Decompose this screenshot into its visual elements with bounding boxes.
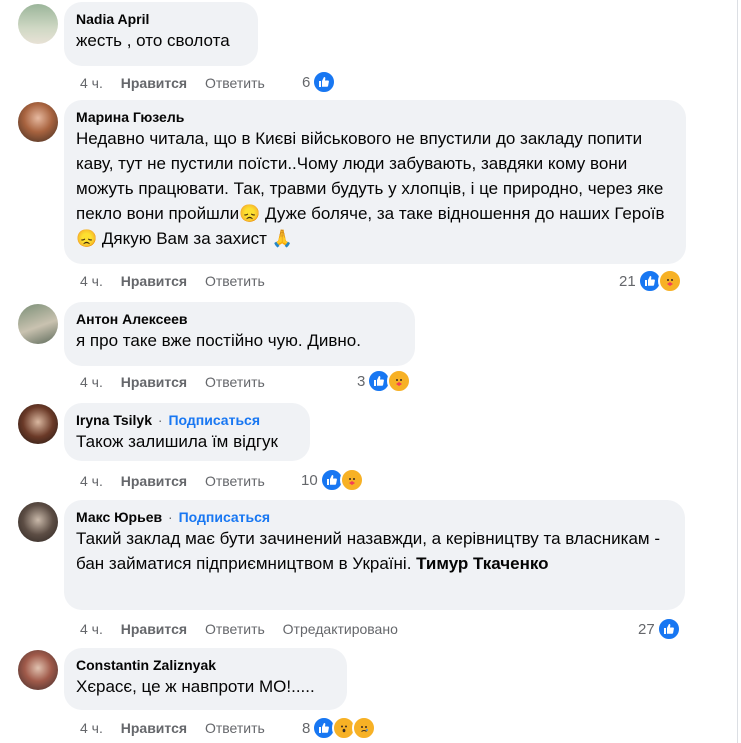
care-reaction-icon <box>387 369 412 393</box>
reaction-summary[interactable]: 3 <box>357 369 412 393</box>
comment-author: Iryna Tsilyk · Подписаться <box>76 411 298 429</box>
reply-button[interactable]: Ответить <box>205 74 265 92</box>
like-reaction-icon <box>656 617 681 641</box>
reply-button[interactable]: Ответить <box>205 719 265 737</box>
comment-text: жесть , ото сволота <box>76 31 230 50</box>
comment-time[interactable]: 4 ч. <box>80 620 103 638</box>
comment-author[interactable]: Nadia April <box>76 10 246 28</box>
avatar[interactable] <box>18 102 58 142</box>
comment-author[interactable]: Constantin Zaliznyak <box>76 656 335 674</box>
comment-bubble: Iryna Tsilyk · Подписаться Також залишил… <box>64 403 310 461</box>
avatar[interactable] <box>18 304 58 344</box>
like-button[interactable]: Нравится <box>121 74 187 92</box>
reaction-summary[interactable]: 27 <box>638 617 681 641</box>
separator-dot: · <box>157 412 163 428</box>
reaction-count: 27 <box>638 620 655 638</box>
comment-actions: 4 ч. Нравится Ответить <box>80 74 279 92</box>
author-name[interactable]: Макс Юрьев <box>76 509 162 525</box>
comment-bubble: Nadia April жесть , ото сволота <box>64 2 258 66</box>
mention-link[interactable]: Тимур Ткаченко <box>416 554 548 573</box>
comment-actions: 4 ч. Нравится Ответить <box>80 719 279 737</box>
comment-actions: 4 ч. Нравится Ответить <box>80 472 279 490</box>
care-reaction-icon <box>339 468 364 492</box>
comment-bubble: Constantin Zaliznyak Хєрасє, це ж навпро… <box>64 648 347 710</box>
subscribe-button[interactable]: Подписаться <box>168 412 260 428</box>
comment-text: Хєрасє, це ж навпроти МО!..... <box>76 677 315 696</box>
comment-text: Також залишила їм відгук <box>76 432 278 451</box>
comment-time[interactable]: 4 ч. <box>80 373 103 391</box>
comment-bubble: Марина Гюзель Недавно читала, що в Києві… <box>64 100 686 264</box>
comment-bubble: Антон Алексеев я про таке вже постійно ч… <box>64 302 415 366</box>
avatar[interactable] <box>18 650 58 690</box>
reaction-count: 6 <box>302 73 311 91</box>
avatar[interactable] <box>18 502 58 542</box>
reaction-count: 10 <box>301 471 318 489</box>
comment-text: Недавно читала, що в Києві військового н… <box>76 129 665 248</box>
reply-button[interactable]: Ответить <box>205 373 265 391</box>
comment-author: Макс Юрьев · Подписаться <box>76 508 673 526</box>
edited-label[interactable]: Отредактировано <box>283 620 398 638</box>
like-reaction-icon <box>312 70 337 94</box>
separator-dot: · <box>168 509 173 525</box>
comment-bubble: Макс Юрьев · Подписаться Такий заклад ма… <box>64 500 685 610</box>
like-button[interactable]: Нравится <box>121 719 187 737</box>
like-button[interactable]: Нравится <box>121 620 187 638</box>
subscribe-button[interactable]: Подписаться <box>179 509 271 525</box>
comment-time[interactable]: 4 ч. <box>80 74 103 92</box>
comment-actions: 4 ч. Нравится Ответить <box>80 373 279 391</box>
reaction-summary[interactable]: 8 <box>302 716 377 740</box>
comment-text: Такий заклад має бути зачинений назавжди… <box>76 529 661 573</box>
care-reaction-icon <box>657 269 682 293</box>
comment-text: я про таке вже постійно чую. Дивно. <box>76 331 361 350</box>
reaction-summary[interactable]: 21 <box>619 269 682 293</box>
comment-text-container: Такий заклад має бути зачинений назавжди… <box>76 526 673 576</box>
reaction-summary[interactable]: 6 <box>302 70 337 94</box>
reply-button[interactable]: Ответить <box>205 272 265 290</box>
right-border <box>737 0 738 743</box>
avatar[interactable] <box>18 404 58 444</box>
comment-author[interactable]: Марина Гюзель <box>76 108 674 126</box>
reply-button[interactable]: Ответить <box>205 472 265 490</box>
like-button[interactable]: Нравится <box>121 272 187 290</box>
avatar[interactable] <box>18 4 58 44</box>
comment-author[interactable]: Антон Алексеев <box>76 310 403 328</box>
reaction-count: 8 <box>302 719 311 737</box>
comment-time[interactable]: 4 ч. <box>80 719 103 737</box>
comment-actions: 4 ч. Нравится Ответить Отредактировано <box>80 620 412 638</box>
comment-actions: 4 ч. Нравится Ответить <box>80 272 279 290</box>
like-button[interactable]: Нравится <box>121 472 187 490</box>
like-button[interactable]: Нравится <box>121 373 187 391</box>
sad-reaction-icon <box>352 716 377 740</box>
reaction-count: 3 <box>357 372 366 390</box>
reaction-count: 21 <box>619 272 636 290</box>
comment-time[interactable]: 4 ч. <box>80 472 103 490</box>
reaction-summary[interactable]: 10 <box>301 468 364 492</box>
author-name[interactable]: Iryna Tsilyk <box>76 412 152 428</box>
comment-time[interactable]: 4 ч. <box>80 272 103 290</box>
reply-button[interactable]: Ответить <box>205 620 265 638</box>
